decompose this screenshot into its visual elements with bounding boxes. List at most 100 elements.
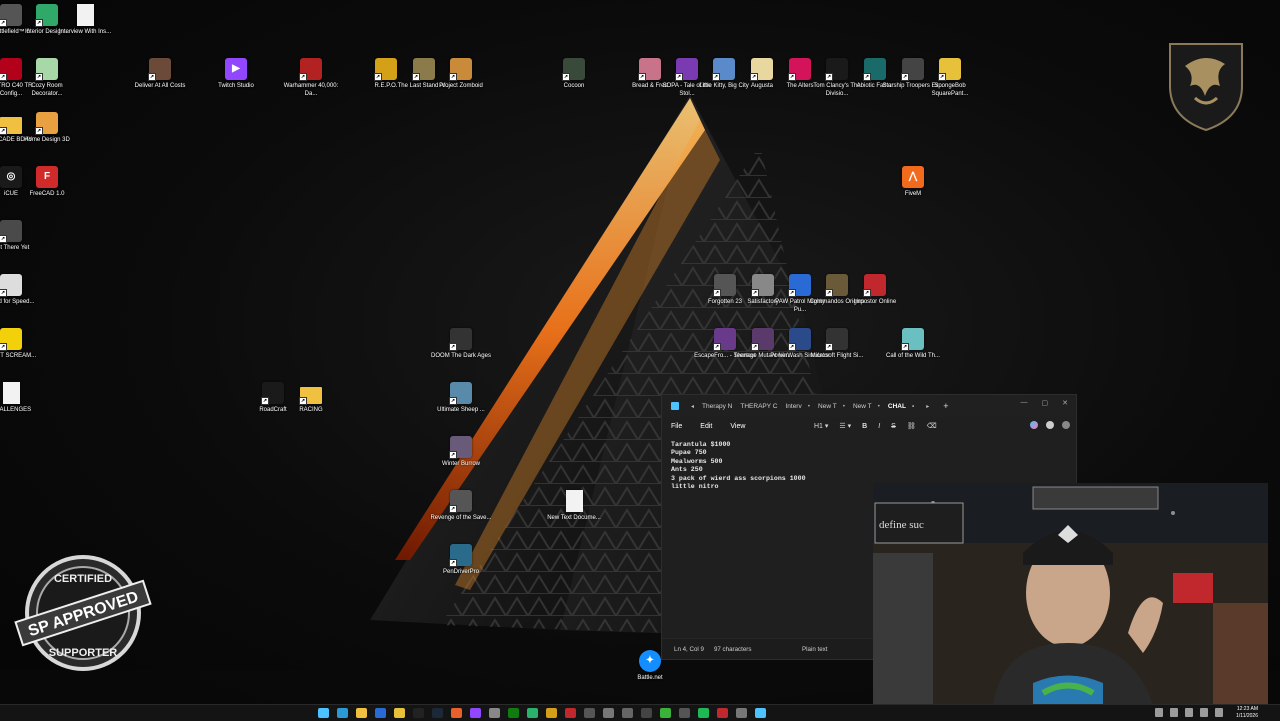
taskbar-app-icon[interactable] <box>451 708 462 718</box>
maximize-icon[interactable]: ▢ <box>1042 399 1049 407</box>
unsaved-dot-icon: • <box>842 402 845 410</box>
notepad-titlebar[interactable]: ◂ Therapy N THERAPY C Interv • New T • New… <box>662 395 1076 417</box>
edge-icon[interactable] <box>337 708 348 718</box>
tiktok-icon[interactable] <box>413 708 424 718</box>
text-mode[interactable]: Plain text <box>802 646 827 653</box>
shortcut-arrow-icon: ↗ <box>751 343 759 351</box>
menu-edit[interactable]: Edit <box>700 423 712 430</box>
tab-scroll-right-icon[interactable]: ▸ <box>926 403 929 410</box>
shortcut-arrow-icon: ↗ <box>449 505 457 513</box>
taskbar-app-icon[interactable] <box>660 708 671 718</box>
shortcut-arrow-icon: ↗ <box>675 73 683 81</box>
taskbar-app-icon[interactable] <box>755 708 766 718</box>
taskbar-app-icon[interactable] <box>603 708 614 718</box>
volume-icon[interactable] <box>1215 708 1223 717</box>
strikethrough-button[interactable]: S <box>891 423 896 430</box>
taskbar-clock[interactable]: 12:23 AM 1/11/2026 <box>1236 706 1258 719</box>
tab-2[interactable]: THERAPY C <box>740 403 777 410</box>
desktop-icon-doom[interactable]: ↗ DOOM The Dark Ages <box>430 328 492 360</box>
file-explorer-icon[interactable] <box>356 708 367 718</box>
desktop-icon-revenge[interactable]: ↗ Revenge of the Save... <box>430 490 492 522</box>
desktop-icon-racing[interactable]: ↗ RACING <box>280 382 342 414</box>
desktop-icon-newtext[interactable]: New Text Docume... <box>543 490 605 522</box>
desktop-icon-pendriver[interactable]: ↗ PenDriverPro <box>430 544 492 576</box>
new-tab-button[interactable]: + <box>943 401 948 411</box>
desktop-icon-freecad[interactable]: F FreeCAD 1.0 <box>16 166 78 198</box>
game-icon: ↗ <box>449 382 472 405</box>
desktop-icon-therenet[interactable]: ↗ Not There Yet <box>0 220 42 252</box>
taskbar-app-icon[interactable] <box>375 708 386 718</box>
shortcut-arrow-icon: ↗ <box>299 73 307 81</box>
notepad-taskbar-icon[interactable] <box>394 708 405 718</box>
wifi-icon[interactable] <box>1200 708 1208 717</box>
close-icon[interactable]: ✕ <box>1062 399 1068 407</box>
tray-app-icon[interactable] <box>1170 708 1178 717</box>
steam-icon[interactable] <box>432 708 443 718</box>
menu-view[interactable]: View <box>730 423 745 430</box>
desktop-icon-interview[interactable]: Interview With Ins... <box>54 4 116 36</box>
desktop-icon-challenges[interactable]: CHALLENGES <box>0 382 42 414</box>
taskbar-app-icon[interactable] <box>717 708 728 718</box>
list-dropdown[interactable]: ☰ ▾ <box>839 422 851 430</box>
desktop-icon-cozy[interactable]: ↗ Cozy Room Decorator... <box>16 58 78 98</box>
desktop-icon-label: CHALLENGES <box>0 407 32 413</box>
tab-3[interactable]: Interv • <box>785 403 810 410</box>
shortcut-arrow-icon: ↗ <box>788 73 796 81</box>
desktop-icon-winterburrow[interactable]: ↗ Winter Burrow <box>430 436 492 468</box>
heading-dropdown[interactable]: H1 ▾ <box>814 422 828 430</box>
character-count: 97 characters <box>713 645 752 653</box>
taskbar-app-icon[interactable] <box>584 708 595 718</box>
taskbar-app-icon[interactable] <box>489 708 500 718</box>
desktop-icon-needspeed[interactable]: ↗ Need for Speed... <box>0 274 42 306</box>
desktop-icon-cocoon[interactable]: ↗ Cocoon <box>543 58 605 90</box>
unsaved-dot-icon: • <box>807 402 811 410</box>
start-icon[interactable] <box>318 708 329 718</box>
desktop-icon-deliver[interactable]: ↗ Deliver At All Costs <box>129 58 191 90</box>
tab-1[interactable]: Therapy N <box>702 403 732 410</box>
taskbar-app-icon[interactable] <box>641 708 652 718</box>
unsaved-dot-icon: • <box>877 402 880 410</box>
minimize-icon[interactable]: — <box>1021 399 1028 407</box>
xbox-icon[interactable] <box>508 708 519 718</box>
desktop-icon-spongebob[interactable]: ↗ SpongeBob SquarePant... <box>919 58 981 98</box>
tray-app-icon[interactable] <box>1185 708 1193 717</box>
taskbar-app-icon[interactable] <box>622 708 633 718</box>
shortcut-arrow-icon: ↗ <box>901 343 909 351</box>
clock-time: 12:23 AM <box>1236 706 1258 712</box>
tab-6-active[interactable]: CHAL • <box>888 403 914 410</box>
tab-5[interactable]: New T • <box>853 403 880 410</box>
taskbar-app-icon[interactable] <box>736 708 747 718</box>
taskbar-apps <box>318 708 766 718</box>
settings-gear-icon[interactable] <box>1062 421 1070 429</box>
menu-file[interactable]: File <box>671 423 682 430</box>
desktop-icon-impostor[interactable]: ↗ Impostor Online <box>844 274 906 306</box>
game-icon: ↗ <box>825 328 848 351</box>
italic-button[interactable]: I <box>878 423 880 430</box>
desktop-icon-callwild[interactable]: ↗ Call of the Wild Th... <box>882 328 944 360</box>
shortcut-arrow-icon: ↗ <box>35 127 43 135</box>
taskbar-app-icon[interactable] <box>679 708 690 718</box>
spotify-icon[interactable] <box>698 708 709 718</box>
taskbar-app-icon[interactable] <box>565 708 576 718</box>
chrome-icon[interactable] <box>546 708 557 718</box>
link-icon[interactable]: ⛓ <box>907 422 916 430</box>
game-icon: ↗ <box>148 58 171 81</box>
desktop-icon-fivem[interactable]: ⋀ FiveM <box>882 166 944 198</box>
desktop-icon-zomboid[interactable]: ↗ Project Zomboid <box>430 58 492 90</box>
bold-button[interactable]: B <box>862 423 867 430</box>
copilot-icon[interactable] <box>1030 421 1038 429</box>
desktop-icon-dontscream[interactable]: ↗ DON'T SCREAM... <box>0 328 42 360</box>
tray-chevron-icon[interactable] <box>1155 708 1163 717</box>
taskbar-app-icon[interactable] <box>470 708 481 718</box>
shortcut-arrow-icon: ↗ <box>449 451 457 459</box>
desktop-icon-warhammer[interactable]: ↗ Warhammer 40,000: Da... <box>280 58 342 98</box>
tab-scroll-left-icon[interactable]: ◂ <box>691 403 694 410</box>
desktop-icon-flightsim[interactable]: ↗ Microsoft Flight Si... <box>806 328 868 360</box>
desktop-icon-twitch[interactable]: ▶ Twitch Studio <box>205 58 267 90</box>
taskbar-app-icon[interactable] <box>527 708 538 718</box>
account-icon[interactable] <box>1046 421 1054 429</box>
desktop-icon-sheep[interactable]: ↗ Ultimate Sheep ... <box>430 382 492 414</box>
desktop-icon-homedesign[interactable]: ↗ Home Design 3D <box>16 112 78 144</box>
clear-format-icon[interactable]: ⌫ <box>927 422 937 430</box>
tab-4[interactable]: New T • <box>818 403 845 410</box>
